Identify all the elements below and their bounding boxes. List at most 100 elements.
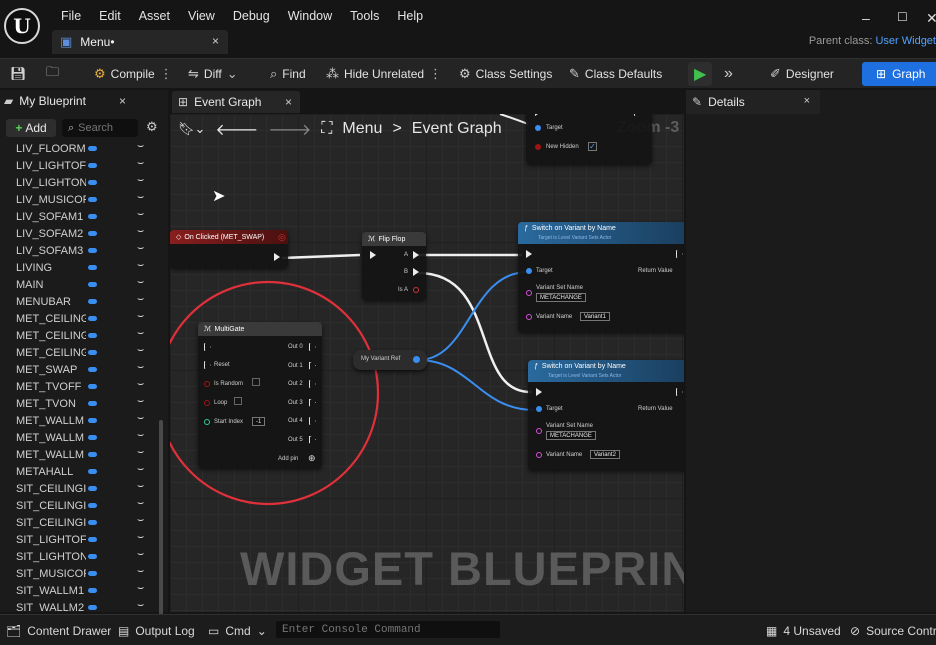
flip-flop-node[interactable]: ℳ Flip Flop A B Is A	[362, 232, 426, 300]
visibility-eye-icon[interactable]: ⌣	[137, 361, 144, 374]
visibility-eye-icon[interactable]: ⌣	[137, 327, 144, 340]
close-tab-icon[interactable]: ×	[804, 95, 810, 107]
close-tab-icon[interactable]: ×	[119, 94, 126, 108]
variable-type-pill[interactable]	[88, 520, 97, 525]
visibility-eye-icon[interactable]: ⌣	[137, 531, 144, 544]
variable-type-pill[interactable]	[88, 486, 97, 491]
exec-out-pin[interactable]	[309, 398, 316, 407]
visibility-eye-icon[interactable]: ⌣	[137, 514, 144, 527]
menu-item-tools[interactable]: Tools	[341, 7, 388, 25]
variable-row[interactable]: MET_CEILING ⌣	[0, 327, 160, 344]
menu-item-window[interactable]: Window	[279, 7, 341, 25]
target-pin[interactable]	[536, 406, 542, 412]
exec-out-pin[interactable]	[309, 361, 316, 370]
variable-row[interactable]: SIT_WALLM2 ⌣	[0, 599, 160, 612]
compile-button[interactable]: ⚙ Compile ⋮	[94, 59, 173, 89]
exec-in-pin[interactable]	[535, 114, 541, 116]
variant-ref-node[interactable]: My Variant Ref	[353, 350, 427, 370]
tab-details[interactable]: ✎ Details ×	[686, 90, 820, 114]
visibility-eye-icon[interactable]: ⌣	[137, 446, 144, 459]
variable-row[interactable]: SIT_LIGHTOFF ⌣	[0, 531, 160, 548]
set-name-pin[interactable]	[536, 428, 542, 434]
visibility-eye-icon[interactable]: ⌣	[137, 259, 144, 272]
exec-out-pin[interactable]	[309, 435, 316, 444]
delegate-pin[interactable]: ◎	[278, 232, 286, 243]
cmd-dropdown[interactable]: ▭ Cmd ⌄	[208, 615, 267, 645]
save-button[interactable]: 💾︎	[10, 59, 27, 89]
new-hidden-checkbox[interactable]: ✓	[588, 142, 597, 151]
visibility-eye-icon[interactable]: ⌣	[137, 378, 144, 391]
content-drawer-button[interactable]: 🗂︎ Content Drawer	[6, 615, 111, 645]
is-random-pin[interactable]	[204, 381, 210, 387]
start-index-field[interactable]: -1	[252, 417, 266, 426]
variable-row[interactable]: SIT_MUSICOF ⌣	[0, 565, 160, 582]
variable-type-pill[interactable]	[88, 401, 97, 406]
variable-type-pill[interactable]	[88, 180, 97, 185]
variant-set-name-field[interactable]: METACHANGE	[536, 293, 586, 302]
target-pin[interactable]	[526, 268, 532, 274]
exec-wire[interactable]	[281, 253, 361, 260]
close-tab-icon[interactable]: ×	[285, 95, 292, 109]
variable-row[interactable]: MAIN ⌣	[0, 276, 160, 293]
document-tab-menu[interactable]: ▣ Menu• ×	[52, 30, 228, 54]
tab-my-blueprint[interactable]: ▰ My Blueprint ×	[4, 90, 134, 112]
variable-type-pill[interactable]	[88, 231, 97, 236]
add-button[interactable]: + Add	[6, 119, 56, 137]
visibility-eye-icon[interactable]: ⌣	[137, 344, 144, 357]
menu-item-view[interactable]: View	[179, 7, 224, 25]
variable-type-pill[interactable]	[88, 571, 97, 576]
exec-out-pin[interactable]	[676, 388, 683, 396]
exec-out-pin[interactable]	[309, 343, 316, 351]
search-box[interactable]: ⌕	[62, 119, 138, 137]
designer-mode-button[interactable]: ✐ Designer	[770, 59, 834, 89]
output-log-button[interactable]: ▤ Output Log	[118, 615, 195, 645]
multigate-node[interactable]: ℳ MultiGate Reset Is Random Loop Start I…	[198, 322, 322, 468]
diff-button[interactable]: ⇋ Diff ⌄	[188, 59, 238, 89]
exec-out-pin[interactable]	[676, 250, 683, 258]
variant-name-pin[interactable]	[536, 452, 542, 458]
variable-row[interactable]: MET_CEILING ⌣	[0, 344, 160, 361]
maximize-button[interactable]: ☐	[897, 10, 908, 24]
menu-item-debug[interactable]: Debug	[224, 7, 279, 25]
visibility-eye-icon[interactable]: ⌣	[137, 565, 144, 578]
variable-row[interactable]: SIT_CEILINGI ⌣	[0, 497, 160, 514]
exec-out-a-pin[interactable]	[413, 251, 419, 259]
variable-row[interactable]: SIT_CEILINGI ⌣	[0, 480, 160, 497]
variable-type-pill[interactable]	[88, 503, 97, 508]
search-input[interactable]	[78, 122, 131, 134]
visibility-eye-icon[interactable]: ⌣	[137, 310, 144, 323]
variable-row[interactable]: SIT_WALLM1 ⌣	[0, 582, 160, 599]
variable-type-pill[interactable]	[88, 418, 97, 423]
variable-row[interactable]: LIV_SOFAM3 ⌣	[0, 242, 160, 259]
console-input[interactable]	[282, 621, 492, 639]
variable-row[interactable]: MET_WALLM ⌣	[0, 446, 160, 463]
is-random-checkbox[interactable]	[252, 378, 260, 386]
variable-type-pill[interactable]	[88, 384, 97, 389]
more-options-button[interactable]: »	[724, 59, 733, 89]
visibility-eye-icon[interactable]: ⌣	[137, 157, 144, 170]
start-index-pin[interactable]	[204, 419, 210, 425]
variable-row[interactable]: MENUBAR ⌣	[0, 293, 160, 310]
hide-unrelated-options-icon[interactable]: ⋮	[429, 66, 442, 82]
variable-type-pill[interactable]	[88, 299, 97, 304]
menu-item-help[interactable]: Help	[388, 7, 432, 25]
menu-item-asset[interactable]: Asset	[130, 7, 179, 25]
console-box[interactable]	[276, 621, 500, 639]
exec-wire[interactable]	[417, 271, 533, 394]
scrollbar[interactable]	[159, 420, 163, 642]
variable-type-pill[interactable]	[88, 316, 97, 321]
variable-row[interactable]: MET_CEILING ⌣	[0, 310, 160, 327]
variable-type-pill[interactable]	[88, 248, 97, 253]
variant-name-pin[interactable]	[526, 314, 532, 320]
variable-row[interactable]: MET_WALLM ⌣	[0, 412, 160, 429]
variable-type-pill[interactable]	[88, 214, 97, 219]
variable-row[interactable]: LIV_MUSICOF ⌣	[0, 191, 160, 208]
set-hidden-node[interactable]: Target New Hidden ✓	[526, 114, 652, 164]
loop-pin[interactable]	[204, 400, 210, 406]
visibility-eye-icon[interactable]: ⌣	[137, 497, 144, 510]
add-pin-label[interactable]: Add pin	[278, 456, 298, 462]
add-pin-icon[interactable]: ⊕	[308, 453, 316, 464]
variable-row[interactable]: SIT_LIGHTON ⌣	[0, 548, 160, 565]
variant-name-field[interactable]: Variant1	[580, 312, 610, 321]
variable-type-pill[interactable]	[88, 435, 97, 440]
